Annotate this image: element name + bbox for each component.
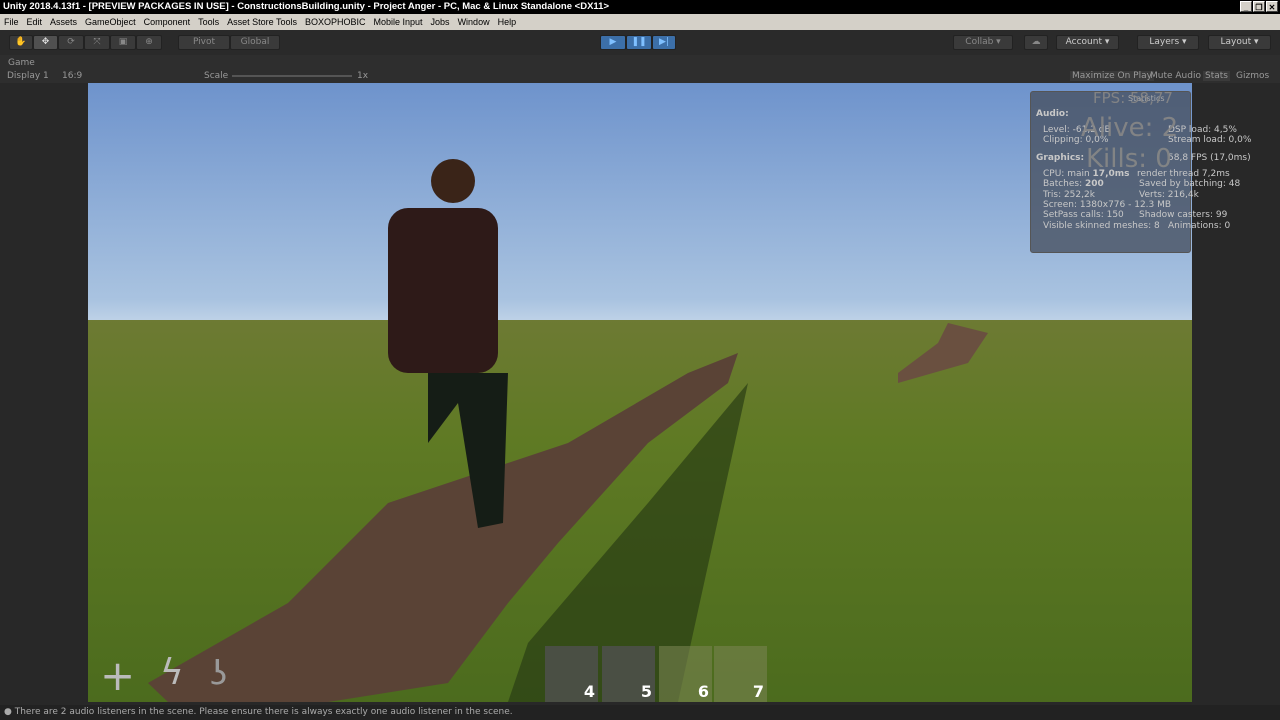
batches-prefix: Batches:: [1043, 179, 1085, 189]
menu-file[interactable]: File: [4, 14, 19, 30]
transform-icon[interactable]: ⊕: [136, 35, 162, 50]
batches: Batches: 200: [1043, 179, 1104, 189]
tris: Tris: 252,2k: [1043, 190, 1095, 200]
menu-jobs[interactable]: Jobs: [431, 14, 450, 30]
animations: Animations: 0: [1168, 221, 1231, 231]
graphics-heading: Graphics:: [1036, 153, 1085, 163]
scale-slider[interactable]: [232, 75, 352, 77]
menu-help[interactable]: Help: [498, 14, 517, 30]
scene-objects: [148, 159, 988, 702]
saved-by-batching: Saved by batching: 48: [1139, 179, 1241, 189]
verts: Verts: 216,4k: [1139, 190, 1199, 200]
menu-tools[interactable]: Tools: [198, 14, 219, 30]
audio-heading: Audio:: [1036, 109, 1069, 119]
menu-window[interactable]: Window: [458, 14, 490, 30]
global-label: Global: [240, 37, 270, 47]
step-button[interactable]: ▶|: [652, 35, 676, 50]
menu-asset-store-tools[interactable]: Asset Store Tools: [227, 14, 297, 30]
layers-dropdown[interactable]: Layers ▾: [1137, 35, 1199, 50]
global-button[interactable]: Global: [230, 35, 280, 50]
menu-gameobject[interactable]: GameObject: [85, 14, 136, 30]
lightning-icon[interactable]: ϟ: [160, 655, 184, 691]
menu-edit[interactable]: Edit: [27, 14, 43, 30]
rect-icon[interactable]: ▣: [110, 35, 136, 50]
aspect-dropdown[interactable]: 16:9: [62, 71, 82, 81]
account-dropdown[interactable]: Account ▾: [1056, 35, 1119, 50]
batches-value: 200: [1085, 179, 1104, 189]
minimize-button[interactable]: _: [1240, 1, 1252, 12]
hook-icon[interactable]: ʖ: [210, 657, 227, 691]
stream-load: Stream load: 0,0%: [1168, 135, 1252, 145]
info-icon: ●: [4, 707, 15, 717]
menu-boxophobic[interactable]: BOXOPHOBIC: [305, 14, 366, 30]
skinned-meshes: Visible skinned meshes: 8: [1043, 221, 1160, 231]
hud-alive: Alive: 2: [1081, 113, 1179, 143]
game-viewport[interactable]: FPS: 58,77 Alive: 2 Kills: 0 + ϟ ʖ 4 5 6…: [88, 83, 1192, 702]
game-view-header: Game Display 1 16:9 Scale 1x Maximize On…: [0, 55, 1280, 83]
close-button[interactable]: ✕: [1266, 1, 1278, 12]
pivot-button[interactable]: Pivot: [178, 35, 230, 50]
inventory-slot-5[interactable]: 5: [602, 646, 655, 702]
screen-info: Screen: 1380x776 - 12.3 MB: [1043, 200, 1172, 210]
setpass-calls: SetPass calls: 150: [1043, 210, 1124, 220]
hud-kills: Kills: 0: [1086, 144, 1172, 174]
hud-fps: FPS: 58,77: [1093, 89, 1173, 107]
title-bar: Unity 2018.4.13f1 - [PREVIEW PACKAGES IN…: [0, 0, 1280, 14]
scale-value: 1x: [357, 71, 369, 81]
stats-toggle[interactable]: Stats: [1203, 71, 1230, 81]
shadow-casters: Shadow casters: 99: [1139, 210, 1228, 220]
maximize-on-play-toggle[interactable]: Maximize On Play: [1070, 71, 1154, 81]
scale-label: Scale: [204, 71, 229, 81]
rotate-icon[interactable]: ⟳: [58, 35, 84, 50]
pause-button[interactable]: ❚❚: [626, 35, 652, 50]
status-message: There are 2 audio listeners in the scene…: [14, 707, 513, 717]
inventory-slot-6[interactable]: 6: [659, 646, 712, 702]
pivot-label: Pivot: [192, 37, 216, 47]
inventory-slot-7[interactable]: 7: [714, 646, 767, 702]
window-title: Unity 2018.4.13f1 - [PREVIEW PACKAGES IN…: [3, 1, 609, 12]
layout-dropdown[interactable]: Layout ▾: [1208, 35, 1271, 50]
character-torso: [388, 208, 498, 373]
menu-assets[interactable]: Assets: [50, 14, 77, 30]
tab-game[interactable]: Game: [8, 58, 35, 68]
log-far: [898, 323, 988, 383]
toolbar: ✋ ✥ ⟳ ⤧ ▣ ⊕ Pivot Global ▶ ❚❚ ▶| Collab …: [0, 30, 1280, 55]
display-dropdown[interactable]: Display 1: [7, 71, 49, 81]
status-bar[interactable]: ● There are 2 audio listeners in the sce…: [0, 705, 1280, 720]
collab-dropdown[interactable]: Collab ▾: [953, 35, 1013, 50]
move-icon[interactable]: ✥: [33, 35, 58, 50]
menu-bar: File Edit Assets GameObject Component Tools As…: [0, 14, 1280, 30]
restore-button[interactable]: ❐: [1253, 1, 1265, 12]
character-head: [431, 159, 475, 203]
menu-component[interactable]: Component: [144, 14, 191, 30]
gizmos-dropdown[interactable]: Gizmos: [1236, 71, 1269, 81]
plus-icon[interactable]: +: [100, 655, 135, 697]
menu-mobile-input[interactable]: Mobile Input: [374, 14, 423, 30]
graphics-fps: 58,8 FPS (17,0ms): [1168, 153, 1251, 163]
inventory-slot-4[interactable]: 4: [545, 646, 598, 702]
cloud-icon[interactable]: ☁: [1024, 35, 1048, 50]
dsp-load: DSP load: 4,5%: [1168, 125, 1237, 135]
scale-icon[interactable]: ⤧: [84, 35, 110, 50]
hand-icon[interactable]: ✋: [9, 35, 33, 50]
play-button[interactable]: ▶: [600, 35, 626, 50]
mute-audio-toggle[interactable]: Mute Audio: [1150, 71, 1201, 81]
